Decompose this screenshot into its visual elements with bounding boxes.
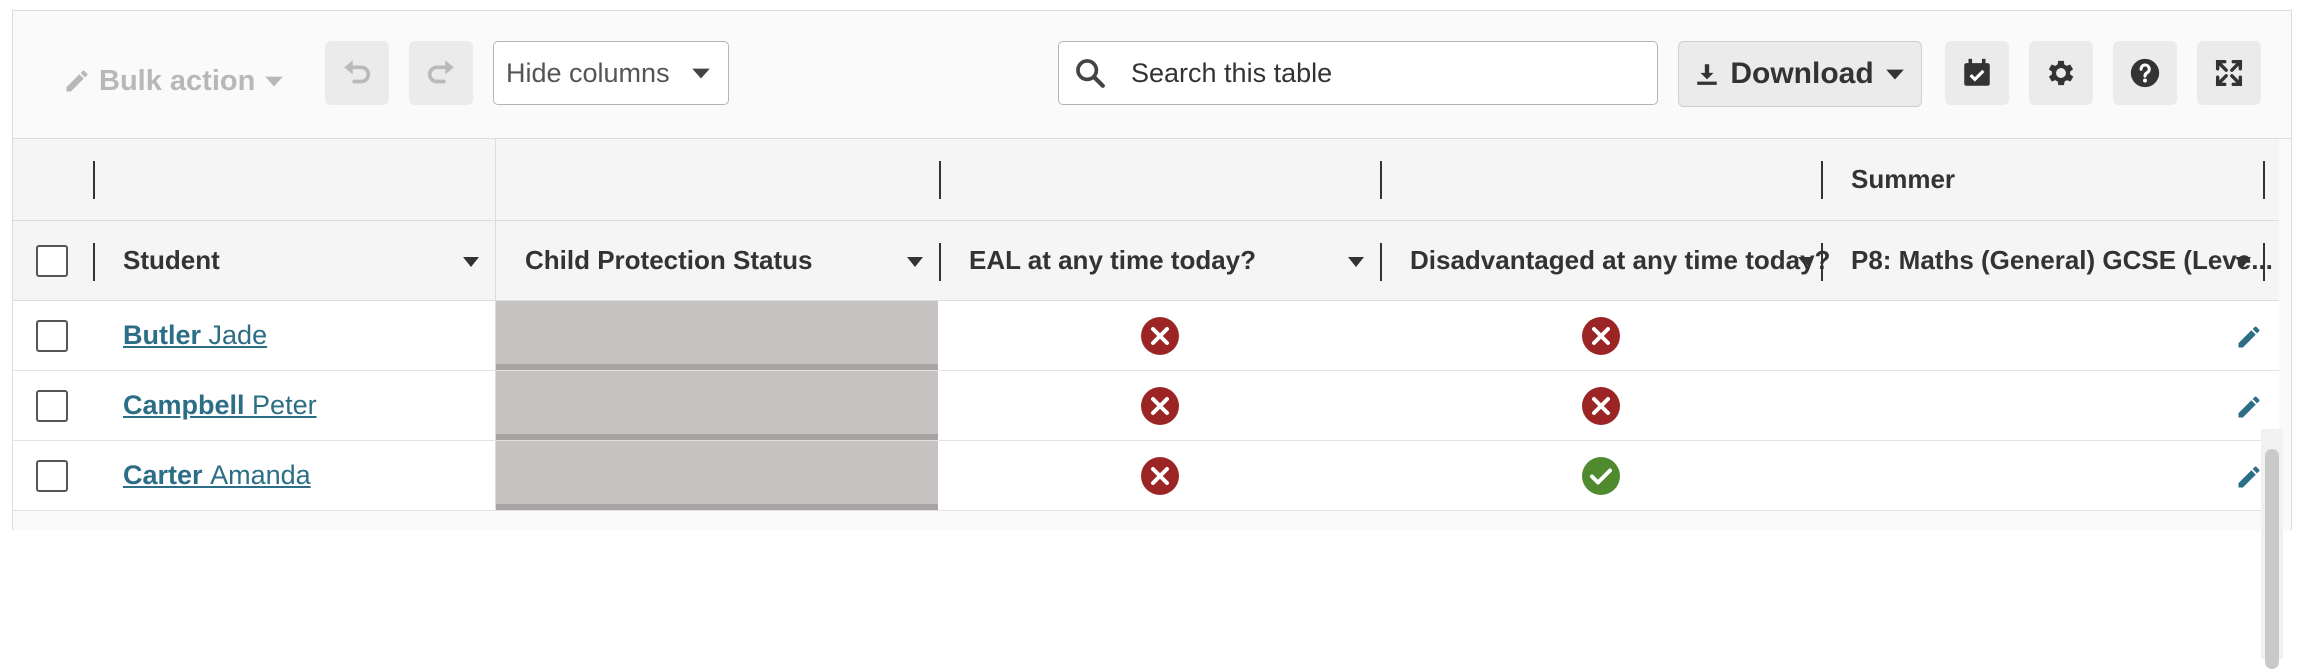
column-header-p8-maths[interactable]: P8: Maths (General) GCSE (Leve...	[1851, 221, 2273, 300]
undo-icon	[344, 60, 371, 84]
calendar-check-icon	[1964, 58, 1990, 86]
cross-circle-icon	[1582, 387, 1620, 425]
hide-columns-label: Hide columns	[506, 57, 670, 88]
column-separator	[93, 161, 95, 199]
column-separator	[1380, 161, 1382, 199]
column-separator	[93, 243, 95, 281]
column-border	[495, 139, 496, 220]
redacted-cell	[496, 441, 938, 510]
search-input[interactable]	[1131, 57, 1631, 89]
table-search	[1058, 41, 1658, 105]
download-button[interactable]: Download	[1678, 41, 1922, 107]
checklist-button[interactable]	[1945, 41, 2009, 105]
redacted-cell	[496, 301, 938, 370]
student-forename: Peter	[252, 390, 317, 420]
student-surname: Butler	[123, 320, 202, 350]
column-separator	[939, 243, 941, 281]
redo-button[interactable]	[409, 41, 473, 105]
pencil-icon[interactable]	[2235, 463, 2263, 491]
search-icon	[1076, 59, 1105, 88]
chevron-down-icon	[1885, 69, 1904, 80]
cross-circle-icon	[1141, 317, 1179, 355]
check-circle-icon	[1582, 457, 1620, 495]
select-all-checkbox[interactable]	[36, 244, 68, 277]
settings-button[interactable]	[2029, 41, 2093, 105]
student-surname: Carter	[123, 460, 203, 490]
pencil-icon	[66, 70, 88, 92]
sort-caret-icon[interactable]	[905, 255, 925, 269]
student-link[interactable]: Carter Amanda	[123, 460, 311, 491]
gear-icon	[2048, 60, 2074, 86]
cross-circle-icon	[1141, 387, 1179, 425]
scrollbar-thumb[interactable]	[2265, 449, 2279, 669]
expand-icon	[2215, 59, 2243, 87]
table-row: Butler Jade	[13, 301, 2279, 371]
group-header-summer: Summer	[1851, 164, 1956, 194]
fullscreen-button[interactable]	[2197, 41, 2261, 105]
download-label: Download	[1730, 57, 1874, 90]
column-header-disadvantaged[interactable]: Disadvantaged at any time today?	[1410, 221, 1830, 300]
row-select-checkbox[interactable]	[36, 459, 68, 492]
table-widget: Bulk action Hide columns Download	[12, 10, 2292, 669]
student-forename: Jade	[208, 320, 268, 350]
column-separator	[1380, 243, 1382, 281]
chevron-down-icon	[692, 68, 710, 79]
chevron-down-icon	[265, 76, 284, 87]
student-link[interactable]: Butler Jade	[123, 320, 267, 351]
sort-caret-icon[interactable]	[1796, 255, 1816, 269]
student-forename: Amanda	[210, 460, 311, 490]
column-separator	[1821, 161, 1823, 199]
bulk-action-button[interactable]: Bulk action	[63, 55, 285, 107]
redo-icon	[427, 60, 454, 84]
column-header-student[interactable]: Student	[123, 221, 220, 300]
column-separator	[1821, 243, 1823, 281]
student-surname: Campbell	[123, 390, 245, 420]
bulk-action-label: Bulk action	[99, 64, 256, 97]
sort-caret-icon[interactable]	[461, 255, 481, 269]
undo-button[interactable]	[325, 41, 389, 105]
cross-circle-icon	[1141, 457, 1179, 495]
column-header-row: Student Child Protection Status EAL at a…	[13, 221, 2279, 301]
sort-caret-icon[interactable]	[1346, 255, 1366, 269]
cross-circle-icon	[1582, 317, 1620, 355]
column-separator	[939, 161, 941, 199]
column-border	[495, 221, 496, 300]
question-circle-icon	[2130, 58, 2160, 88]
hide-columns-dropdown[interactable]: Hide columns	[493, 41, 729, 105]
sort-caret-icon[interactable]	[2233, 255, 2253, 269]
column-group-header-row: Summer	[13, 139, 2279, 221]
student-link[interactable]: Campbell Peter	[123, 390, 317, 421]
table-toolbar: Bulk action Hide columns Download	[13, 11, 2291, 139]
redacted-cell	[496, 371, 938, 440]
column-separator	[2263, 161, 2265, 199]
pencil-icon[interactable]	[2235, 323, 2263, 351]
table-row: Carter Amanda	[13, 441, 2279, 511]
select-all-cell	[36, 221, 68, 300]
column-header-child-protection[interactable]: Child Protection Status	[525, 221, 812, 300]
help-button[interactable]	[2113, 41, 2177, 105]
table-row: Campbell Peter	[13, 371, 2279, 441]
download-icon	[1697, 64, 1718, 85]
column-separator	[2263, 243, 2265, 281]
column-header-eal[interactable]: EAL at any time today?	[969, 221, 1256, 300]
row-select-checkbox[interactable]	[36, 389, 68, 422]
pencil-icon[interactable]	[2235, 393, 2263, 421]
row-select-checkbox[interactable]	[36, 319, 68, 352]
